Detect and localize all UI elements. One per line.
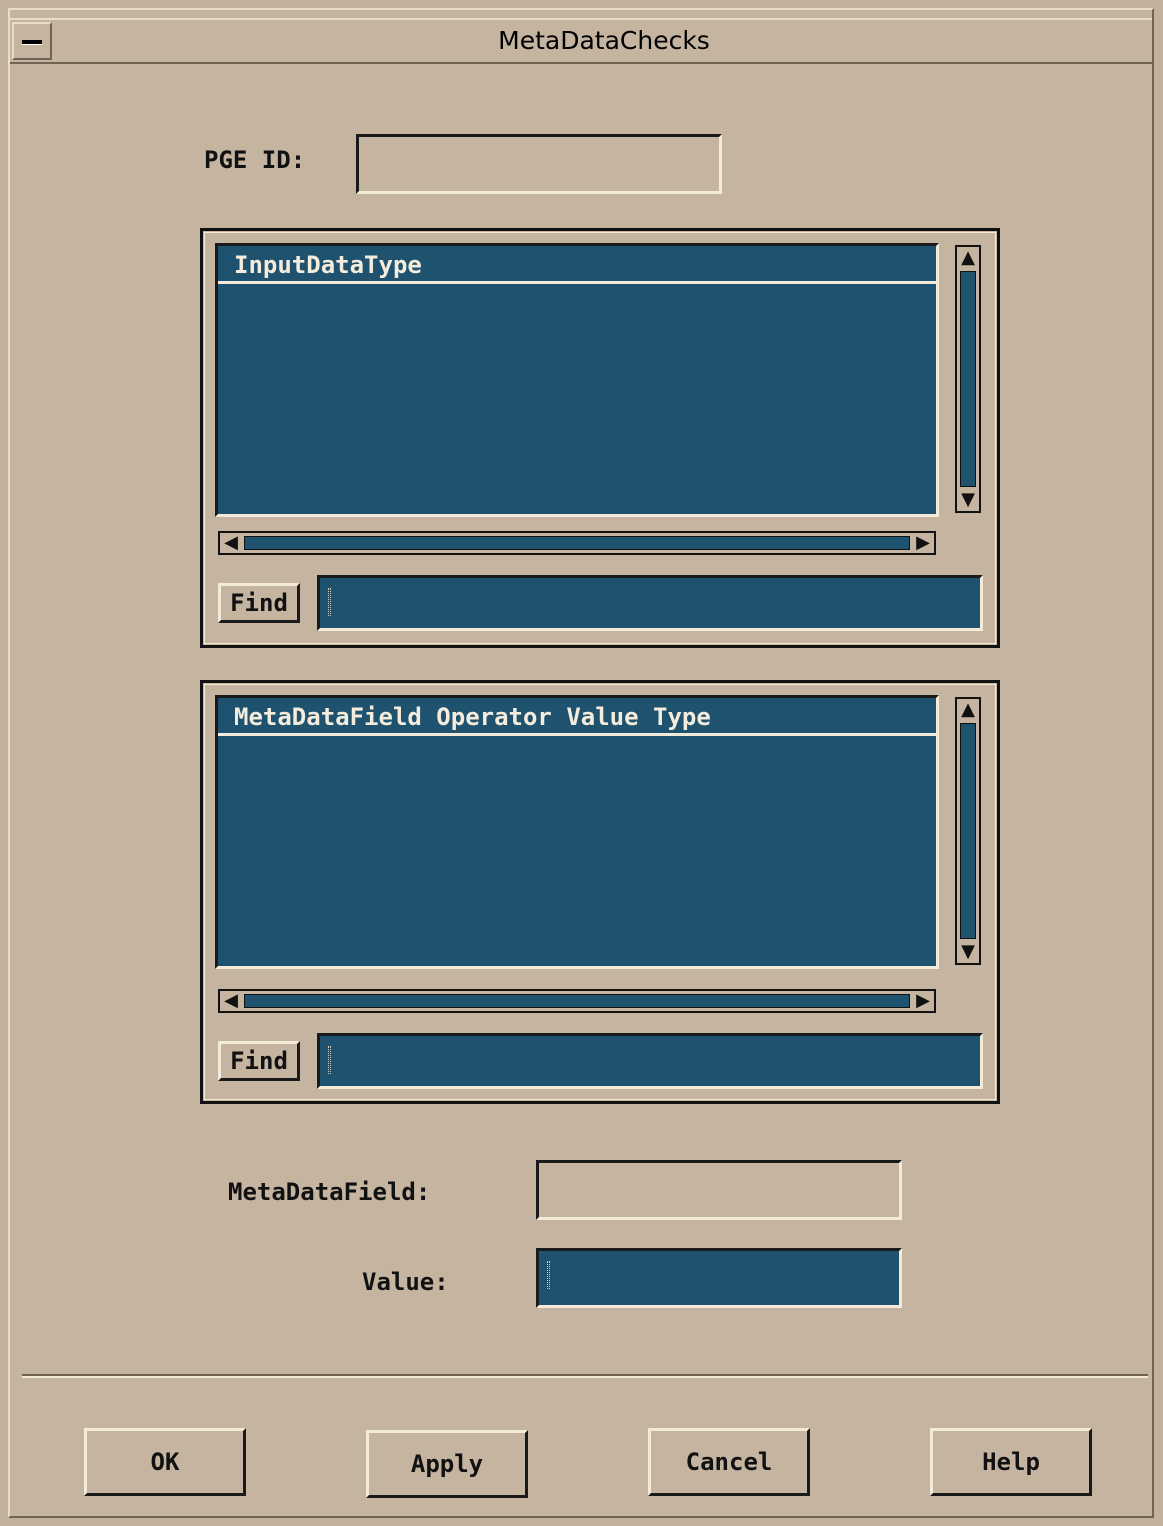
vscroll-trough[interactable] xyxy=(960,271,976,487)
metadatafield-label: MetaDataField: xyxy=(228,1178,431,1206)
pge-id-field[interactable] xyxy=(356,134,722,194)
vscroll-trough[interactable] xyxy=(960,723,976,939)
window-menu-button[interactable] xyxy=(12,22,52,60)
cancel-button[interactable]: Cancel xyxy=(648,1428,810,1496)
metadata-field-list[interactable]: MetaDataField Operator Value Type xyxy=(215,695,939,969)
input-data-type-list[interactable]: InputDataType xyxy=(215,243,939,517)
input-data-type-find-field[interactable] xyxy=(317,575,983,631)
input-data-type-find-button[interactable]: Find xyxy=(218,583,300,623)
scroll-right-icon[interactable]: ▶ xyxy=(913,533,933,553)
metadata-field-header: MetaDataField Operator Value Type xyxy=(218,698,936,736)
pge-id-label: PGE ID: xyxy=(204,146,306,174)
dialog-window: MetaDataChecks PGE ID: InputDataType ▲ ▼… xyxy=(8,8,1154,1518)
scroll-down-icon[interactable]: ▼ xyxy=(958,490,978,510)
value-label: Value: xyxy=(362,1268,449,1296)
value-field[interactable] xyxy=(536,1248,902,1308)
metadata-field-hscrollbar[interactable]: ◀ ▶ xyxy=(218,989,936,1013)
input-data-type-frame: InputDataType ▲ ▼ ◀ ▶ Find xyxy=(200,228,1000,648)
text-cursor-icon xyxy=(328,588,331,616)
scroll-right-icon[interactable]: ▶ xyxy=(913,991,933,1011)
metadata-field-frame: MetaDataField Operator Value Type ▲ ▼ ◀ … xyxy=(200,680,1000,1104)
scroll-down-icon[interactable]: ▼ xyxy=(958,942,978,962)
minimize-icon xyxy=(22,40,42,45)
button-separator xyxy=(22,1374,1148,1378)
hscroll-trough[interactable] xyxy=(244,994,910,1008)
apply-button[interactable]: Apply xyxy=(366,1430,528,1498)
input-data-type-header: InputDataType xyxy=(218,246,936,284)
metadatafield-field[interactable] xyxy=(536,1160,902,1220)
text-cursor-icon xyxy=(547,1261,550,1289)
text-cursor-icon xyxy=(328,1046,331,1074)
title-bar[interactable]: MetaDataChecks xyxy=(10,18,1152,64)
metadata-field-find-button[interactable]: Find xyxy=(218,1041,300,1081)
scroll-up-icon[interactable]: ▲ xyxy=(958,700,978,720)
scroll-left-icon[interactable]: ◀ xyxy=(221,991,241,1011)
ok-button[interactable]: OK xyxy=(84,1428,246,1496)
hscroll-trough[interactable] xyxy=(244,536,910,550)
metadata-field-vscrollbar[interactable]: ▲ ▼ xyxy=(955,697,981,965)
input-data-type-hscrollbar[interactable]: ◀ ▶ xyxy=(218,531,936,555)
window-title: MetaDataChecks xyxy=(498,26,710,55)
help-button[interactable]: Help xyxy=(930,1428,1092,1496)
scroll-up-icon[interactable]: ▲ xyxy=(958,248,978,268)
metadata-field-find-field[interactable] xyxy=(317,1033,983,1089)
scroll-left-icon[interactable]: ◀ xyxy=(221,533,241,553)
input-data-type-vscrollbar[interactable]: ▲ ▼ xyxy=(955,245,981,513)
